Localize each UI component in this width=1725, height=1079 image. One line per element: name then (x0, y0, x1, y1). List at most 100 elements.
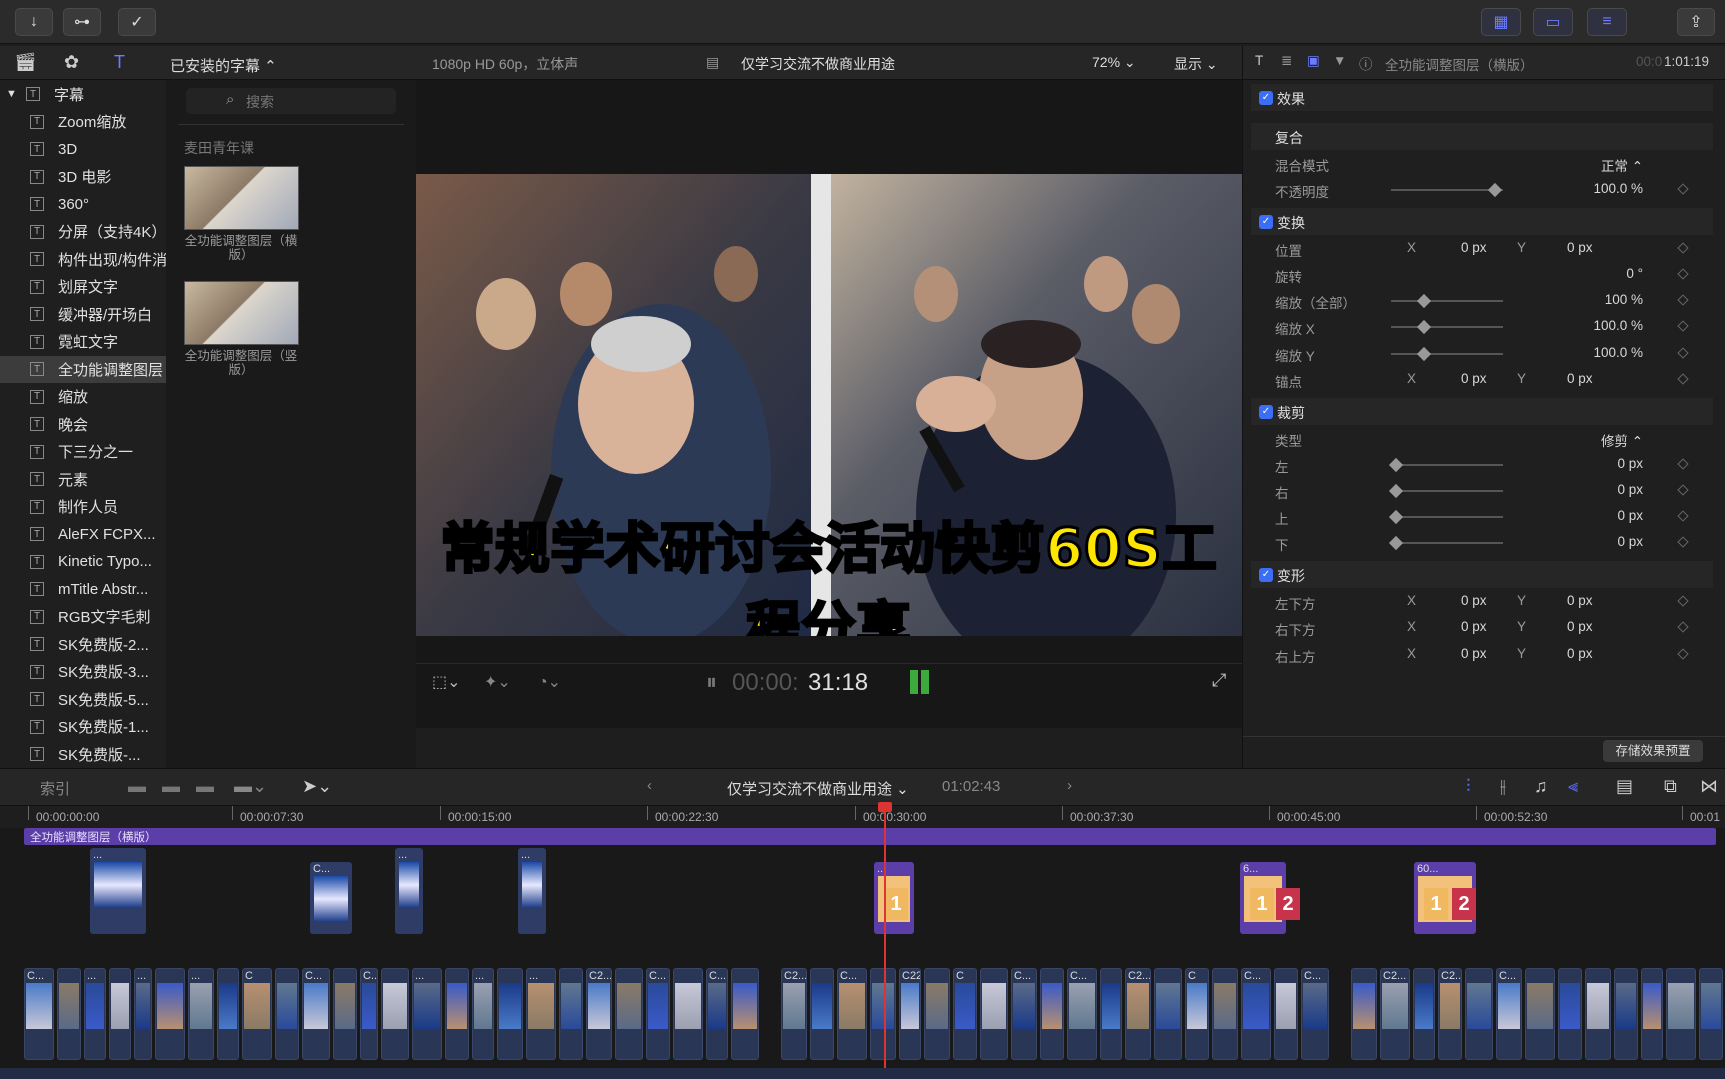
primary-clip[interactable] (1154, 968, 1182, 1060)
titles-icon[interactable]: T (114, 52, 125, 73)
param-value[interactable]: 正常 ⌃ (1601, 155, 1643, 175)
primary-clip[interactable] (615, 968, 643, 1060)
primary-clip[interactable]: C... (706, 968, 728, 1060)
inspector-section[interactable]: 复合 (1251, 123, 1713, 150)
index-button[interactable]: 索引 (40, 778, 70, 799)
inspector-param[interactable]: 左下方 X 0 px Y 0 px (1251, 588, 1713, 615)
sidebar-item[interactable]: T 元素 (0, 466, 166, 494)
y-value[interactable]: 0 px (1567, 619, 1593, 634)
sidebar-item[interactable]: T 3D 电影 (0, 163, 166, 191)
primary-clip[interactable] (109, 968, 131, 1060)
inspector-param[interactable]: 位置 X 0 px Y 0 px (1251, 235, 1713, 262)
keyframe-icon[interactable] (1677, 183, 1689, 195)
primary-clip[interactable]: ... (188, 968, 214, 1060)
primary-clip[interactable]: C2... (1438, 968, 1462, 1060)
check-icon[interactable]: ✓ (118, 8, 156, 36)
sidebar-item[interactable]: T 划屏文字 (0, 273, 166, 301)
transform-icon[interactable]: ⬚⌄ (432, 672, 461, 692)
keyframe-icon[interactable] (1677, 294, 1689, 306)
keyframe-icon[interactable] (1677, 458, 1689, 470)
grid-view-icon[interactable]: ▦ (1481, 8, 1521, 36)
primary-clip[interactable]: C (953, 968, 977, 1060)
inspector-param[interactable]: 右上方 X 0 px Y 0 px (1251, 641, 1713, 668)
inspector-section[interactable]: ✓ 变换 (1251, 208, 1713, 235)
connect-clip-icon[interactable]: ▬ (196, 776, 214, 797)
param-value[interactable]: 0 px (1617, 534, 1643, 549)
inspector-param[interactable]: 锚点 X 0 px Y 0 px (1251, 366, 1713, 393)
sidebar-item[interactable]: T 缩放 (0, 383, 166, 411)
param-value[interactable]: 100.0 % (1593, 318, 1643, 333)
primary-clip[interactable]: C... (302, 968, 330, 1060)
sidebar-item[interactable]: T SK免费版-3... (0, 658, 166, 686)
primary-clip[interactable] (155, 968, 185, 1060)
project-dropdown[interactable]: 仅学习交流不做商业用途 ⌄ (727, 778, 909, 799)
x-value[interactable]: 0 px (1461, 619, 1487, 634)
primary-clip[interactable]: C (242, 968, 272, 1060)
y-value[interactable]: 0 px (1567, 240, 1593, 255)
connected-clip[interactable]: ... (395, 848, 423, 934)
keyframe-icon[interactable] (1677, 484, 1689, 496)
tree-root[interactable]: ▼ T 字幕 (0, 80, 166, 108)
effects-browser-icon[interactable]: ⧉ (1664, 776, 1677, 797)
keyframe-icon[interactable] (1677, 510, 1689, 522)
overwrite-clip-icon[interactable]: ▬⌄ (234, 776, 267, 797)
primary-clip[interactable]: C... (1301, 968, 1329, 1060)
primary-clip[interactable] (1413, 968, 1435, 1060)
inspector-param[interactable]: 右下方 X 0 px Y 0 px (1251, 614, 1713, 641)
inspector-param[interactable]: 右 0 px (1251, 477, 1713, 504)
title-thumb[interactable]: 全功能调整图层（横版） (184, 166, 306, 262)
title-inspector-icon[interactable]: T (1255, 53, 1263, 68)
inspector-param[interactable]: 缩放 X 100.0 % (1251, 313, 1713, 340)
search-field[interactable]: ⌕ 搜索 (186, 88, 396, 114)
info-icon[interactable]: ⓘ (1359, 53, 1373, 73)
slider-knob[interactable] (1487, 182, 1502, 198)
sidebar-item[interactable]: T RGB文字毛刺 (0, 603, 166, 631)
inspector-param[interactable]: 混合模式 正常 ⌃ (1251, 150, 1713, 177)
sidebar-item[interactable]: T 晚会 (0, 411, 166, 439)
primary-clip[interactable] (57, 968, 81, 1060)
primary-clip[interactable]: C2... (781, 968, 807, 1060)
disclosure-triangle-icon[interactable]: ▼ (6, 88, 20, 100)
sidebar-item[interactable]: T SK免费版-... (0, 741, 166, 769)
playhead[interactable] (884, 806, 886, 1079)
playhead-handle[interactable] (878, 802, 892, 812)
connected-clip[interactable]: ... (90, 848, 146, 934)
keyword-icon[interactable]: ⊶ (63, 8, 101, 36)
primary-clip[interactable] (924, 968, 950, 1060)
primary-clip[interactable]: C... (1496, 968, 1522, 1060)
param-slider[interactable] (1391, 346, 1503, 362)
primary-clip[interactable]: C2... (1380, 968, 1410, 1060)
param-value[interactable]: 0 px (1617, 508, 1643, 523)
connected-clip[interactable]: ... (518, 848, 546, 934)
title-thumb[interactable]: 全功能调整图层（竖版） (184, 281, 306, 377)
inspector-param[interactable]: 旋转 0 ° (1251, 261, 1713, 288)
filmstrip-view-icon[interactable]: ▭ (1533, 8, 1573, 36)
skimming-icon[interactable]: ⫶ (1466, 776, 1471, 797)
sidebar-item[interactable]: T 分屏（支持4K） (0, 218, 166, 246)
y-value[interactable]: 0 px (1567, 646, 1593, 661)
param-slider[interactable] (1391, 182, 1503, 198)
primary-clip[interactable] (1274, 968, 1298, 1060)
primary-clip[interactable] (1212, 968, 1238, 1060)
primary-clip[interactable]: C... (360, 968, 378, 1060)
param-slider[interactable] (1388, 483, 1503, 499)
primary-clip[interactable] (217, 968, 239, 1060)
sidebar-item[interactable]: T 360° (0, 191, 166, 219)
primary-clip[interactable] (980, 968, 1008, 1060)
sidebar-item[interactable]: T 制作人员 (0, 493, 166, 521)
sidebar-item[interactable]: T AleFX FCPX... (0, 521, 166, 549)
inspector-section[interactable]: ✓ 变形 (1251, 561, 1713, 588)
sidebar-item[interactable]: T SK免费版-2... (0, 631, 166, 659)
x-value[interactable]: 0 px (1461, 240, 1487, 255)
sidebar-item[interactable]: T SK免费版-1... (0, 713, 166, 741)
inspector-param[interactable]: 缩放 Y 100.0 % (1251, 340, 1713, 367)
zoom-dropdown[interactable]: 72% ⌄ (1092, 54, 1136, 71)
video-inspector-icon[interactable]: ▣ (1307, 53, 1320, 69)
checkbox[interactable]: ✓ (1259, 568, 1273, 582)
primary-clip[interactable] (870, 968, 896, 1060)
primary-clip[interactable] (810, 968, 834, 1060)
slider-knob[interactable] (1388, 509, 1404, 525)
inspector-param[interactable]: 缩放（全部） 100 % (1251, 287, 1713, 314)
inspector-param[interactable]: 上 0 px (1251, 503, 1713, 530)
connected-clip[interactable]: C... (310, 862, 352, 934)
